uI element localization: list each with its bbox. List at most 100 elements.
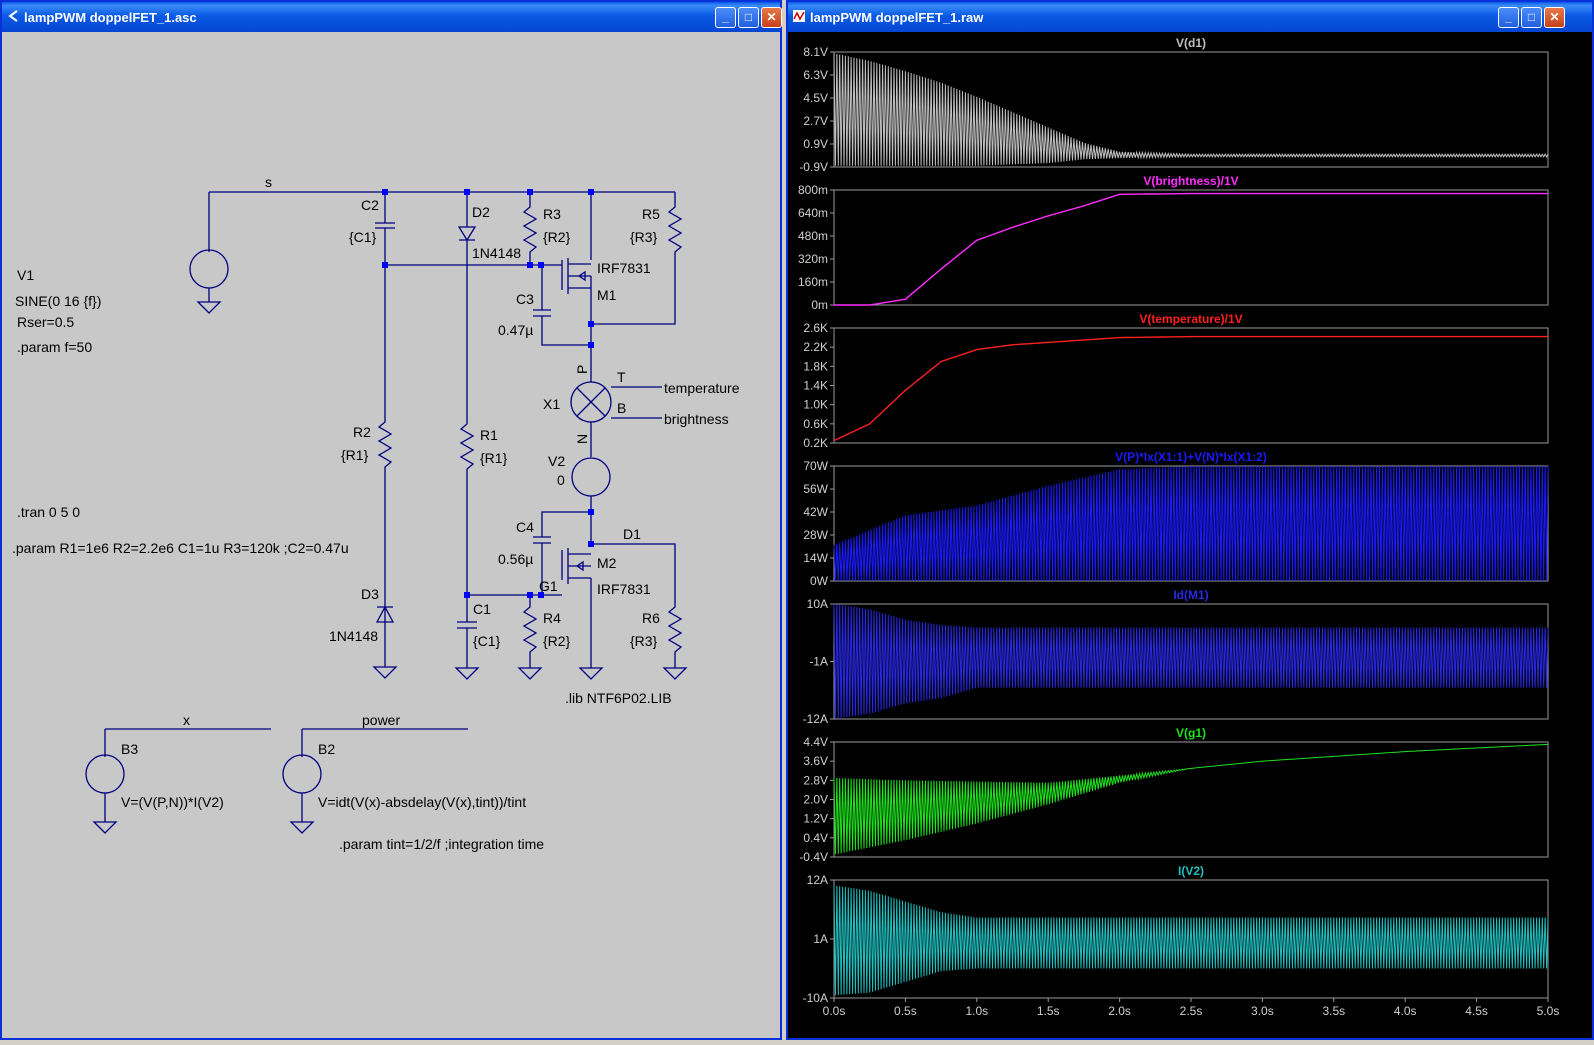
y-tick-label: -1A <box>809 655 828 669</box>
b3-value: V=(V(P,N))*I(V2) <box>121 794 224 810</box>
params-directive[interactable]: .param R1=1e6 R2=2.2e6 C1=1u R3=120k ;C2… <box>12 540 349 556</box>
net-label-brightness[interactable]: brightness <box>664 411 729 427</box>
v1-name: V1 <box>17 267 34 283</box>
r5-value: {R3} <box>630 229 658 245</box>
plot-frame <box>833 603 1549 720</box>
ltspice-app-icon <box>8 10 18 22</box>
trace-title[interactable]: V(brightness)/1V <box>1143 174 1238 188</box>
x1-pin-p: P <box>574 365 590 374</box>
y-tick-label: -0.4V <box>799 850 828 864</box>
waveform-window[interactable]: lampPWM doppelFET_1.raw _ □ ✕ 8.1V 6.3V 4.… <box>786 0 1594 1040</box>
x-tick-label: 5.0s <box>1537 1004 1560 1018</box>
trace-title[interactable]: V(temperature)/1V <box>1139 312 1242 326</box>
c3-name: C3 <box>516 291 534 307</box>
plot-frame <box>833 879 1549 999</box>
y-tick-label: 800m <box>798 183 828 197</box>
x1-pin-b: B <box>617 400 626 416</box>
plot-frame <box>833 189 1549 306</box>
trace-title[interactable]: V(P)*Ix(X1:1)+V(N)*Ix(X1:2) <box>1115 450 1267 464</box>
c1-name: C1 <box>473 601 491 617</box>
r1-name: R1 <box>480 427 498 443</box>
y-tick-label: -12A <box>803 712 828 726</box>
b2-name: B2 <box>318 741 335 757</box>
window-title: lampPWM doppelFET_1.raw <box>810 10 984 25</box>
v2-value: 0 <box>557 472 565 488</box>
d2-value: 1N4148 <box>472 245 521 261</box>
lib-directive[interactable]: .lib NTF6P02.LIB <box>565 690 672 706</box>
y-tick-label: 1A <box>813 932 828 946</box>
r3-value: {R2} <box>543 229 571 245</box>
x-tick-label: 4.0s <box>1394 1004 1417 1018</box>
schematic-canvas[interactable]: s C2 {C1} D2 1N4148 R3 {R2} R5 {R3} IRF7… <box>2 32 780 1038</box>
tint-directive[interactable]: .param tint=1/2/f ;integration time <box>339 836 544 852</box>
y-tick-label: 2.6K <box>803 321 828 335</box>
y-tick-label: 10A <box>807 597 828 611</box>
trace-title[interactable]: V(d1) <box>1176 36 1206 50</box>
x1-pin-n: N <box>574 434 590 444</box>
x-tick-label: 3.5s <box>1322 1004 1345 1018</box>
v2-name: V2 <box>548 453 565 469</box>
c1-value: {C1} <box>473 633 501 649</box>
m1-value: IRF7831 <box>597 260 651 276</box>
y-tick-label: 0.2K <box>803 436 828 450</box>
schematic-window[interactable]: lampPWM doppelFET_1.asc _ □ ✕ s C2 {C1} … <box>0 0 782 1040</box>
r6-name: R6 <box>642 610 660 626</box>
r1-value: {R1} <box>480 450 508 466</box>
maximize-button[interactable]: □ <box>738 7 759 28</box>
v1-rser: Rser=0.5 <box>17 314 74 330</box>
x-tick-label: 2.5s <box>1180 1004 1203 1018</box>
plot-frame <box>833 327 1549 444</box>
close-button[interactable]: ✕ <box>1544 7 1565 28</box>
minimize-button[interactable]: _ <box>1498 7 1519 28</box>
y-tick-label: 28W <box>803 528 828 542</box>
schematic-drawing[interactable]: s C2 {C1} D2 1N4148 R3 {R2} R5 {R3} IRF7… <box>2 32 780 1040</box>
param-f-directive[interactable]: .param f=50 <box>17 339 92 355</box>
x-tick-label: 1.0s <box>965 1004 988 1018</box>
trace-title[interactable]: Id(M1) <box>1173 588 1208 602</box>
waveform-plot-area[interactable]: 8.1V 6.3V 4.5V 2.7V 0.9V -0.9V V(d1) 800m 640m 48… <box>788 32 1592 1038</box>
r4-value: {R2} <box>543 633 571 649</box>
m1-name: M1 <box>597 287 617 303</box>
y-tick-label: 56W <box>803 482 828 496</box>
net-label-power: power <box>362 712 400 728</box>
net-label-s: s <box>265 174 272 190</box>
chart-panel-1: 800m 640m 480m 320m 160m 0m V(brightness)/1V <box>798 174 1549 312</box>
y-tick-label: 2.7V <box>803 114 828 128</box>
r6-value: {R3} <box>630 633 658 649</box>
y-tick-label: 0.9V <box>803 137 828 151</box>
minimize-button[interactable]: _ <box>715 7 736 28</box>
r2-name: R2 <box>353 424 371 440</box>
y-tick-label: -0.9V <box>799 160 828 174</box>
m2-value: IRF7831 <box>597 581 651 597</box>
y-tick-label: 0.4V <box>803 831 828 845</box>
waveform-titlebar[interactable]: lampPWM doppelFET_1.raw _ □ ✕ <box>788 2 1592 32</box>
y-tick-label: 4.4V <box>803 735 828 749</box>
chart-panel-3: 70W 56W 42W 28W 14W 0W V(P)*Ix(X1:1)+V(N)*Ix(X… <box>803 450 1549 588</box>
trace-title[interactable]: I(V2) <box>1178 864 1204 878</box>
x-tick-label: 0.0s <box>823 1004 846 1018</box>
net-label-g1: G1 <box>539 578 558 594</box>
y-tick-label: 160m <box>798 275 828 289</box>
chart-panel-2: 2.6K 2.2K 1.8K 1.4K 1.0K 0.6K 0.2K V(temperatur… <box>803 312 1549 450</box>
y-tick-label: 2.2K <box>803 340 828 354</box>
y-tick-label: 640m <box>798 206 828 220</box>
net-label-temperature[interactable]: temperature <box>664 380 740 396</box>
d1-name: D1 <box>623 526 641 542</box>
b3-name: B3 <box>121 741 138 757</box>
y-tick-label: 0m <box>811 298 828 312</box>
y-tick-label: 2.8V <box>803 773 828 787</box>
schematic-titlebar[interactable]: lampPWM doppelFET_1.asc _ □ ✕ <box>2 2 782 32</box>
x-tick-label: 1.5s <box>1037 1004 1060 1018</box>
maximize-button[interactable]: □ <box>1521 7 1542 28</box>
v1-value: SINE(0 16 {f}) <box>15 293 101 309</box>
y-tick-label: 8.1V <box>803 45 828 59</box>
tran-directive[interactable]: .tran 0 5 0 <box>17 504 80 520</box>
c2-name: C2 <box>361 197 379 213</box>
c4-value: 0.56µ <box>498 551 533 567</box>
close-button[interactable]: ✕ <box>761 7 782 28</box>
trace-title[interactable]: V(g1) <box>1176 726 1206 740</box>
r3-name: R3 <box>543 206 561 222</box>
y-tick-label: 0W <box>810 574 829 588</box>
waveform-charts[interactable]: 8.1V 6.3V 4.5V 2.7V 0.9V -0.9V V(d1) 800m 640m 48… <box>788 32 1592 1040</box>
y-tick-label: 1.2V <box>803 812 828 826</box>
